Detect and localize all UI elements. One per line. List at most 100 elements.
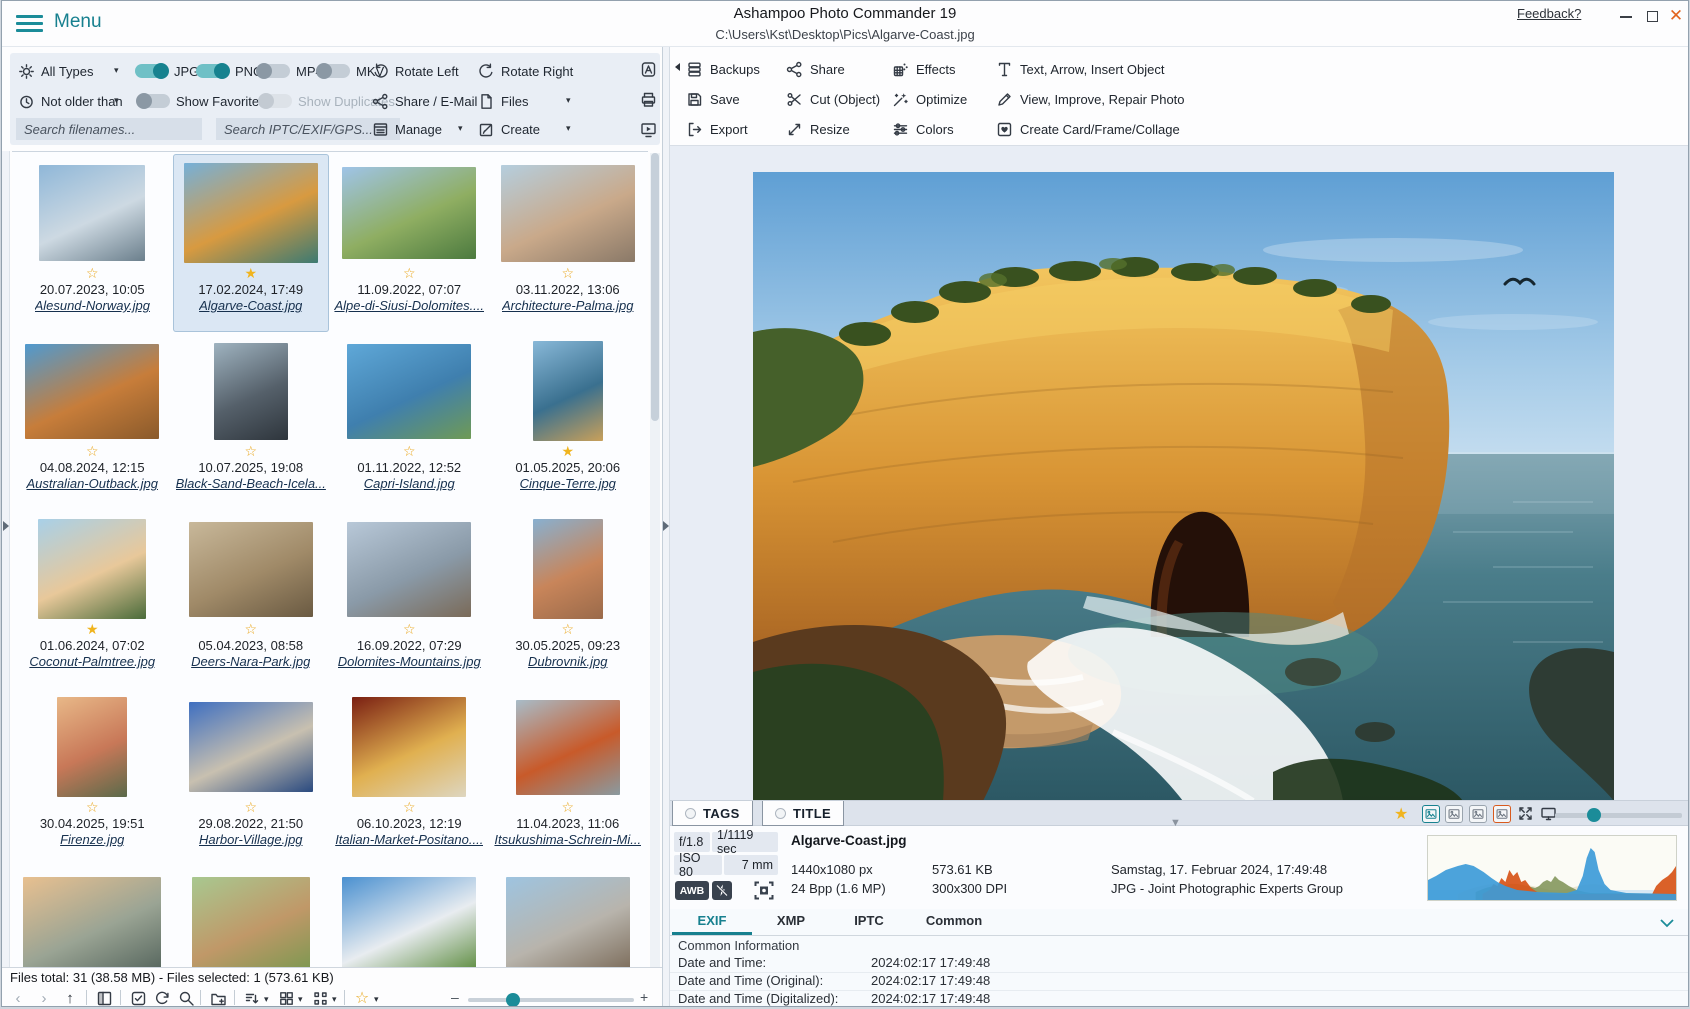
thumbnail-card[interactable]: ★01.05.2025, 20:06Cinque-Terre.jpg: [490, 332, 647, 510]
thumbnail-card[interactable]: [331, 866, 488, 967]
create-card-frame-collage-button[interactable]: Create Card/Frame/Collage: [996, 121, 1185, 138]
tab-xmp[interactable]: XMP: [752, 909, 830, 935]
thumbnail-image[interactable]: [25, 344, 159, 439]
thumbnail-filename[interactable]: Itsukushima-Schrein-Mi...: [494, 832, 641, 848]
rotate-right-button[interactable]: Rotate Right: [478, 59, 573, 83]
manage-dropdown[interactable]: Manage: [372, 117, 442, 141]
thumbnail-card[interactable]: ☆06.10.2023, 12:19Italian-Market-Positan…: [331, 688, 488, 866]
star-outline-icon[interactable]: ☆: [403, 265, 416, 282]
not-older-than-dropdown[interactable]: Not older than: [18, 89, 123, 113]
create-dropdown[interactable]: Create: [478, 117, 540, 141]
optimize-button[interactable]: Optimize: [892, 91, 996, 108]
star-outline-icon[interactable]: ☆: [244, 443, 257, 460]
search-button[interactable]: [176, 989, 196, 1007]
thumbnail-filename[interactable]: Alpe-di-Siusi-Dolomites....: [334, 298, 484, 314]
not-older-caret-icon[interactable]: ▾: [114, 95, 119, 106]
all-types-dropdown[interactable]: All Types: [18, 59, 94, 83]
thumbnail-card[interactable]: [173, 866, 330, 967]
cut-object-button[interactable]: Cut (Object): [786, 91, 892, 108]
view-zoom-slider[interactable]: [1555, 813, 1682, 818]
thumbnail-image[interactable]: [342, 167, 476, 259]
thumbnail-card[interactable]: ☆29.08.2022, 21:50Harbor-Village.jpg: [173, 688, 330, 866]
rotate-left-button[interactable]: Rotate Left: [372, 59, 459, 83]
png-toggle[interactable]: PNG: [196, 59, 263, 83]
new-folder-button[interactable]: [208, 989, 228, 1007]
back-button[interactable]: ‹: [8, 989, 28, 1007]
thumbnail-filename[interactable]: Deers-Nara-Park.jpg: [191, 654, 310, 670]
thumbnail-card[interactable]: ☆03.11.2022, 13:06Architecture-Palma.jpg: [490, 154, 647, 332]
thumbnail-image[interactable]: [533, 519, 603, 619]
thumbnail-card[interactable]: ☆01.11.2022, 12:52Capri-Island.jpg: [331, 332, 488, 510]
thumbnail-image[interactable]: [352, 697, 466, 797]
thumbnail-size-button[interactable]: [310, 989, 330, 1007]
star-outline-icon[interactable]: ☆: [561, 799, 574, 816]
favorite-star-toggle[interactable]: ★: [1394, 804, 1408, 824]
thumbnail-image[interactable]: [189, 522, 313, 617]
toolbar-collapse-handle[interactable]: [675, 63, 680, 71]
metadata-collapse-chevron[interactable]: [1660, 916, 1674, 931]
zoom-preset-2-button[interactable]: [1445, 805, 1463, 823]
thumbnail-card[interactable]: ★17.02.2024, 17:49Algarve-Coast.jpg: [173, 154, 330, 332]
tab-exif[interactable]: EXIF: [672, 909, 752, 935]
thumbnail-image[interactable]: [214, 343, 288, 440]
star-outline-icon[interactable]: ☆: [86, 443, 99, 460]
tab-common[interactable]: Common: [908, 909, 1000, 935]
thumbnail-filename[interactable]: Alesund-Norway.jpg: [35, 298, 150, 314]
thumbnail-image[interactable]: [506, 877, 630, 967]
star-outline-icon[interactable]: ☆: [403, 443, 416, 460]
export-pdf-button[interactable]: [636, 57, 660, 81]
thumbnail-image[interactable]: [192, 877, 310, 967]
thumbnail-card[interactable]: ☆30.05.2025, 09:23Dubrovnik.jpg: [490, 510, 647, 688]
select-mode-button[interactable]: [128, 989, 148, 1007]
up-folder-button[interactable]: ↑: [60, 989, 80, 1007]
thumbnail-card[interactable]: ☆16.09.2022, 07:29Dolomites-Mountains.jp…: [331, 510, 488, 688]
thumbnail-image[interactable]: [39, 165, 145, 261]
search-filenames-input[interactable]: [16, 118, 202, 140]
resize-button[interactable]: Resize: [786, 121, 892, 138]
thumbnail-image[interactable]: [189, 702, 313, 792]
mp4-toggle[interactable]: MP4: [257, 59, 323, 83]
panel-layout-button[interactable]: [94, 989, 114, 1007]
thumbnail-image[interactable]: [501, 165, 635, 262]
files-caret-icon[interactable]: ▾: [566, 95, 571, 106]
thumbnail-filename[interactable]: Capri-Island.jpg: [364, 476, 455, 492]
favorites-filter-button[interactable]: ☆: [352, 989, 372, 1007]
zoom-out-label[interactable]: –: [451, 989, 459, 1005]
tab-title[interactable]: TITLE: [762, 801, 844, 826]
print-button[interactable]: [636, 87, 660, 111]
forward-button[interactable]: ›: [34, 989, 54, 1007]
feedback-link[interactable]: Feedback?: [1517, 6, 1581, 21]
thumbnail-filename[interactable]: Coconut-Palmtree.jpg: [29, 654, 155, 670]
thumbnail-card[interactable]: ☆05.04.2023, 08:58Deers-Nara-Park.jpg: [173, 510, 330, 688]
thumbnail-image[interactable]: [342, 877, 476, 967]
tab-tags[interactable]: TAGS: [672, 801, 753, 826]
fullscreen-button[interactable]: [1517, 805, 1535, 823]
thumbnail-card[interactable]: ☆11.04.2023, 11:06Itsukushima-Schrein-Mi…: [490, 688, 647, 866]
thumbnail-image[interactable]: [533, 341, 603, 441]
jpg-toggle[interactable]: JPG: [135, 59, 199, 83]
star-outline-icon[interactable]: ☆: [244, 799, 257, 816]
thumbnail-card[interactable]: ☆04.08.2024, 12:15Australian-Outback.jpg: [14, 332, 171, 510]
thumbnail-image[interactable]: [516, 700, 620, 795]
text-arrow-insert-button[interactable]: Text, Arrow, Insert Object: [996, 61, 1185, 78]
star-filled-icon[interactable]: ★: [561, 443, 574, 460]
star-outline-icon[interactable]: ☆: [86, 265, 99, 282]
minimize-button[interactable]: [1614, 5, 1638, 27]
view-grid-button[interactable]: [276, 989, 296, 1007]
thumbnail-filename[interactable]: Italian-Market-Positano....: [335, 832, 483, 848]
view-zoom-thumb[interactable]: [1587, 808, 1601, 822]
thumbnail-image[interactable]: [23, 877, 161, 967]
thumbnail-image[interactable]: [347, 344, 471, 439]
thumbnail-image[interactable]: [38, 519, 146, 619]
grid-caret-icon[interactable]: ▾: [298, 994, 303, 1005]
show-favorites-toggle[interactable]: Show Favorites: [137, 89, 266, 113]
star-outline-icon[interactable]: ☆: [403, 621, 416, 638]
thumbnail-filename[interactable]: Australian-Outback.jpg: [26, 476, 158, 492]
thumbnail-filename[interactable]: Dubrovnik.jpg: [528, 654, 608, 670]
thumbnail-filename[interactable]: Black-Sand-Beach-Icela...: [176, 476, 326, 492]
thumbnail-card[interactable]: [490, 866, 647, 967]
colors-button[interactable]: Colors: [892, 121, 996, 138]
star-outline-icon[interactable]: ☆: [244, 621, 257, 638]
thumbnail-filename[interactable]: Harbor-Village.jpg: [199, 832, 303, 848]
manage-caret-icon[interactable]: ▾: [458, 123, 463, 134]
